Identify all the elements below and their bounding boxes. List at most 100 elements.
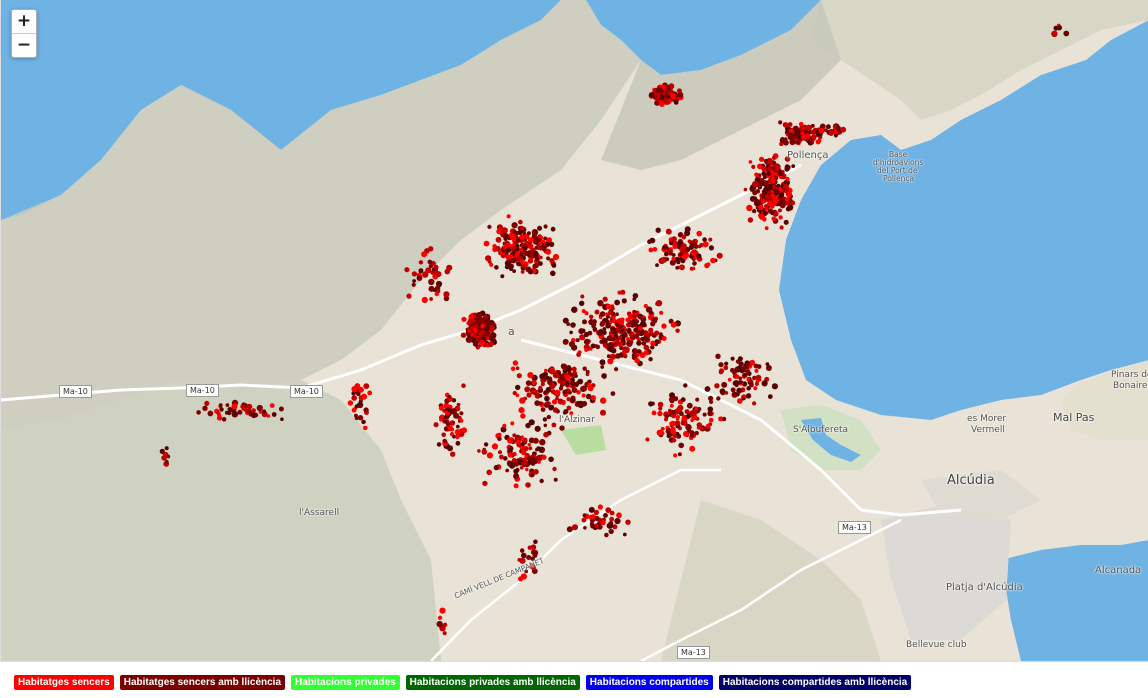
listing-marker[interactable] [619, 346, 623, 350]
listing-marker[interactable] [683, 383, 688, 388]
listing-marker[interactable] [754, 172, 759, 177]
listing-marker[interactable] [625, 519, 631, 525]
listing-marker[interactable] [548, 456, 554, 463]
listing-marker[interactable] [594, 309, 600, 315]
listing-marker[interactable] [532, 549, 539, 556]
listing-marker[interactable] [805, 124, 812, 131]
listing-marker[interactable] [584, 347, 589, 352]
listing-marker[interactable] [617, 335, 623, 341]
listing-marker[interactable] [538, 401, 543, 406]
listing-marker[interactable] [540, 382, 545, 387]
listing-marker[interactable] [605, 322, 612, 329]
listing-marker[interactable] [503, 456, 508, 461]
listing-marker[interactable] [551, 263, 557, 268]
listing-marker[interactable] [482, 480, 488, 487]
listing-marker[interactable] [738, 380, 743, 385]
listing-marker[interactable] [727, 377, 732, 382]
listing-marker[interactable] [791, 164, 796, 169]
listing-marker[interactable] [650, 340, 656, 346]
listing-marker[interactable] [472, 327, 478, 333]
listing-marker[interactable] [559, 373, 564, 379]
listing-marker[interactable] [517, 558, 522, 562]
listing-marker[interactable] [659, 310, 664, 315]
listing-marker[interactable] [532, 263, 538, 269]
listing-marker[interactable] [763, 159, 768, 163]
listing-marker[interactable] [541, 454, 547, 460]
listing-marker[interactable] [622, 532, 627, 537]
listing-marker[interactable] [512, 360, 519, 366]
listing-marker[interactable] [677, 452, 682, 457]
listing-marker[interactable] [466, 331, 472, 337]
listing-marker[interactable] [526, 555, 532, 560]
listing-marker[interactable] [602, 296, 608, 302]
listing-marker[interactable] [632, 321, 638, 327]
listing-marker[interactable] [538, 385, 543, 390]
listing-marker[interactable] [559, 425, 565, 431]
listing-marker[interactable] [515, 384, 521, 391]
listing-marker[interactable] [522, 263, 527, 269]
listing-marker[interactable] [516, 238, 521, 243]
listing-marker[interactable] [164, 459, 169, 464]
listing-marker[interactable] [673, 453, 678, 458]
listing-marker[interactable] [526, 392, 532, 398]
listing-marker[interactable] [479, 339, 486, 347]
listing-marker[interactable] [571, 306, 578, 313]
listing-marker[interactable] [569, 330, 573, 335]
listing-marker[interactable] [641, 341, 647, 346]
listing-marker[interactable] [602, 374, 607, 379]
listing-marker[interactable] [447, 408, 452, 413]
listing-marker[interactable] [354, 404, 359, 409]
zoom-in-button[interactable]: + [12, 10, 36, 33]
listing-marker[interactable] [444, 398, 450, 404]
listing-marker[interactable] [164, 446, 169, 451]
listing-marker[interactable] [669, 251, 673, 256]
listing-marker[interactable] [752, 208, 757, 214]
listing-marker[interactable] [645, 437, 650, 442]
listing-marker[interactable] [564, 374, 571, 381]
listing-marker[interactable] [570, 322, 576, 328]
listing-marker[interactable] [493, 465, 499, 471]
listing-marker[interactable] [568, 390, 572, 395]
listing-marker[interactable] [737, 356, 743, 362]
listing-marker[interactable] [553, 477, 558, 482]
listing-marker[interactable] [718, 370, 724, 375]
listing-marker[interactable] [622, 342, 626, 346]
listing-marker[interactable] [455, 424, 460, 429]
listing-marker[interactable] [443, 291, 450, 298]
listing-marker[interactable] [597, 504, 604, 510]
listing-marker[interactable] [437, 615, 443, 620]
listing-marker[interactable] [237, 409, 243, 415]
listing-marker[interactable] [587, 385, 594, 392]
listing-marker[interactable] [783, 219, 789, 225]
listing-marker[interactable] [620, 328, 625, 333]
listing-marker[interactable] [518, 219, 523, 225]
listing-marker[interactable] [497, 436, 502, 442]
listing-marker[interactable] [508, 258, 514, 264]
listing-marker[interactable] [527, 269, 534, 275]
listing-marker[interactable] [564, 381, 570, 387]
listing-marker[interactable] [544, 395, 550, 402]
listing-marker[interactable] [678, 442, 684, 449]
listing-marker[interactable] [439, 418, 443, 422]
listing-marker[interactable] [513, 468, 519, 474]
listing-marker[interactable] [754, 381, 759, 386]
listing-marker[interactable] [538, 261, 543, 266]
listing-marker[interactable] [694, 430, 699, 436]
listing-marker[interactable] [421, 296, 428, 304]
listing-marker[interactable] [520, 259, 525, 264]
listing-marker[interactable] [483, 326, 489, 332]
listing-marker[interactable] [719, 388, 726, 395]
listing-marker[interactable] [202, 405, 208, 411]
listing-marker[interactable] [511, 222, 518, 229]
listing-marker[interactable] [582, 513, 587, 518]
listings-layer[interactable] [1, 0, 1148, 661]
listing-marker[interactable] [412, 279, 416, 283]
listing-marker[interactable] [554, 374, 559, 379]
listing-marker[interactable] [636, 340, 642, 346]
listing-marker[interactable] [785, 197, 790, 202]
listing-marker[interactable] [582, 366, 587, 371]
listing-marker[interactable] [664, 251, 669, 257]
listing-marker[interactable] [671, 438, 677, 443]
listing-marker[interactable] [441, 432, 447, 438]
listing-marker[interactable] [752, 180, 759, 188]
